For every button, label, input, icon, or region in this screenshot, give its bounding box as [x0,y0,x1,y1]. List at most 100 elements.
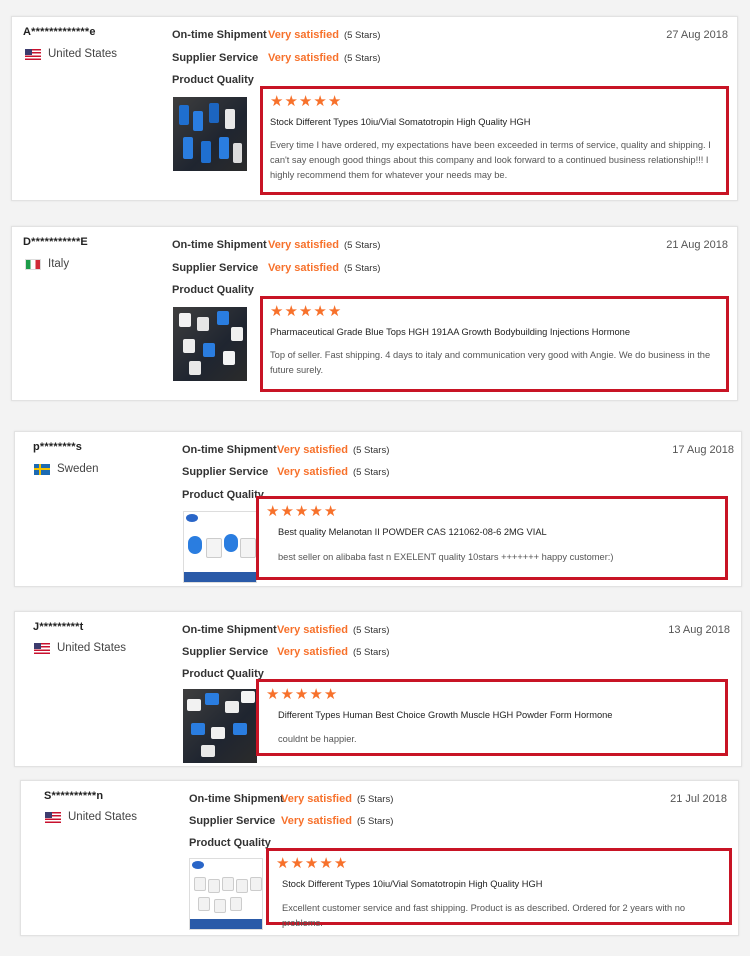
stars-count: (5 Stars) [352,647,390,658]
shipment-label: On-time Shipment [172,29,267,41]
star-icon: ★ [298,303,313,320]
rating-text: Very satisfied [277,624,348,636]
us-flag-icon [45,811,61,823]
star-icon: ★ [294,686,309,703]
service-rating: Very satisfied (5 Stars) [281,815,393,827]
reviewer-name: p********s [33,441,83,453]
rating-text: Very satisfied [268,239,339,251]
country-name: United States [68,811,138,823]
service-rating: Very satisfied (5 Stars) [277,646,389,658]
review-text: best seller on alibaba fast n EXELENT qu… [278,552,614,562]
shipment-rating: Very satisfied (5 Stars) [277,624,389,636]
italy-flag-icon [25,258,41,270]
stars-count: (5 Stars) [356,794,394,805]
rating-text: Very satisfied [268,262,339,274]
service-rating: Very satisfied (5 Stars) [277,466,389,478]
quality-label: Product Quality [182,668,264,680]
star-icon: ★ [323,686,338,703]
star-icon: ★ [304,855,319,872]
star-icon: ★ [284,303,298,320]
rating-text: Very satisfied [277,444,348,456]
review-card: D***********E Italy On-time Shipment Ver… [11,226,738,401]
product-thumbnail[interactable] [183,511,257,583]
stars-count: (5 Stars) [343,30,381,41]
stars-count: (5 Stars) [352,445,390,456]
review-highlight-box: ★ ★ ★ ★ ★ Best quality Melanotan II POWDER C… [256,496,728,580]
quality-label: Product Quality [182,489,264,501]
service-rating: Very satisfied (5 Stars) [268,52,380,64]
star-icon: ★ [276,855,290,872]
service-label: Supplier Service [189,815,276,827]
review-text: Every time I have ordered, my expectatio… [270,140,711,180]
star-icon: ★ [298,93,313,110]
product-title-link[interactable]: Stock Different Types 10iu/Vial Somatotr… [270,117,530,127]
quality-label: Product Quality [172,284,254,296]
star-icon: ★ [333,855,348,872]
star-icon: ★ [280,686,294,703]
rating-text: Very satisfied [281,793,352,805]
shipment-rating: Very satisfied (5 Stars) [268,239,380,251]
review-highlight-box: ★ ★ ★ ★ ★ Different Types Human Best Choice … [256,679,728,756]
reviewer-country: United States [45,811,137,823]
star-icon: ★ [270,303,284,320]
shipment-label: On-time Shipment [172,239,267,251]
star-icon: ★ [309,686,323,703]
star-icon: ★ [280,503,294,520]
star-icon: ★ [319,855,333,872]
us-flag-icon [34,642,50,654]
stars-count: (5 Stars) [343,240,381,251]
five-star-rating: ★ ★ ★ ★ ★ [270,94,342,109]
product-thumbnail[interactable] [183,689,257,763]
shipment-rating: Very satisfied (5 Stars) [281,793,393,805]
sweden-flag-icon [34,463,50,475]
review-card: S**********n United States On-time Shipm… [20,780,739,936]
reviewer-name: D***********E [23,236,88,248]
reviewer-country: Sweden [34,463,99,475]
country-name: United States [57,642,127,654]
stars-count: (5 Stars) [352,467,390,478]
stars-count: (5 Stars) [343,53,381,64]
rating-text: Very satisfied [277,466,348,478]
service-label: Supplier Service [182,646,269,658]
product-title-link[interactable]: Stock Different Types 10iu/Vial Somatotr… [282,879,542,889]
reviewer-country: United States [34,642,126,654]
star-icon: ★ [284,93,298,110]
product-title-link[interactable]: Best quality Melanotan II POWDER CAS 121… [278,527,547,537]
review-date: 17 Aug 2018 [672,444,734,456]
reviewer-name: A*************e [23,26,96,38]
star-icon: ★ [323,503,338,520]
stars-count: (5 Stars) [352,625,390,636]
product-thumbnail[interactable] [173,97,247,171]
review-text: couldnt be happier. [278,734,357,744]
review-card: J*********t United States On-time Shipme… [14,611,742,767]
product-title-link[interactable]: Different Types Human Best Choice Growth… [278,710,612,720]
product-title-link[interactable]: Pharmaceutical Grade Blue Tops HGH 191AA… [270,327,630,337]
country-name: United States [48,48,118,60]
rating-text: Very satisfied [268,29,339,41]
product-thumbnail[interactable] [189,858,263,930]
review-highlight-box: ★ ★ ★ ★ ★ Stock Different Types 10iu/Vial So… [260,86,729,195]
review-text: Excellent customer service and fast ship… [282,903,686,928]
stars-count: (5 Stars) [343,263,381,274]
review-text: Top of seller. Fast shipping. 4 days to … [270,350,711,375]
reviewer-country: United States [25,48,117,60]
reviewer-name: S**********n [44,790,104,802]
quality-label: Product Quality [172,74,254,86]
star-icon: ★ [327,93,342,110]
country-name: Sweden [57,463,99,475]
star-icon: ★ [313,303,327,320]
review-date: 21 Jul 2018 [670,793,727,805]
service-rating: Very satisfied (5 Stars) [268,262,380,274]
stars-count: (5 Stars) [356,816,394,827]
product-thumbnail[interactable] [173,307,247,381]
star-icon: ★ [270,93,284,110]
star-icon: ★ [266,503,280,520]
us-flag-icon [25,48,41,60]
review-date: 21 Aug 2018 [666,239,728,251]
star-icon: ★ [294,503,309,520]
rating-text: Very satisfied [281,815,352,827]
review-date: 13 Aug 2018 [668,624,730,636]
shipment-label: On-time Shipment [182,444,277,456]
star-icon: ★ [290,855,304,872]
rating-text: Very satisfied [277,646,348,658]
